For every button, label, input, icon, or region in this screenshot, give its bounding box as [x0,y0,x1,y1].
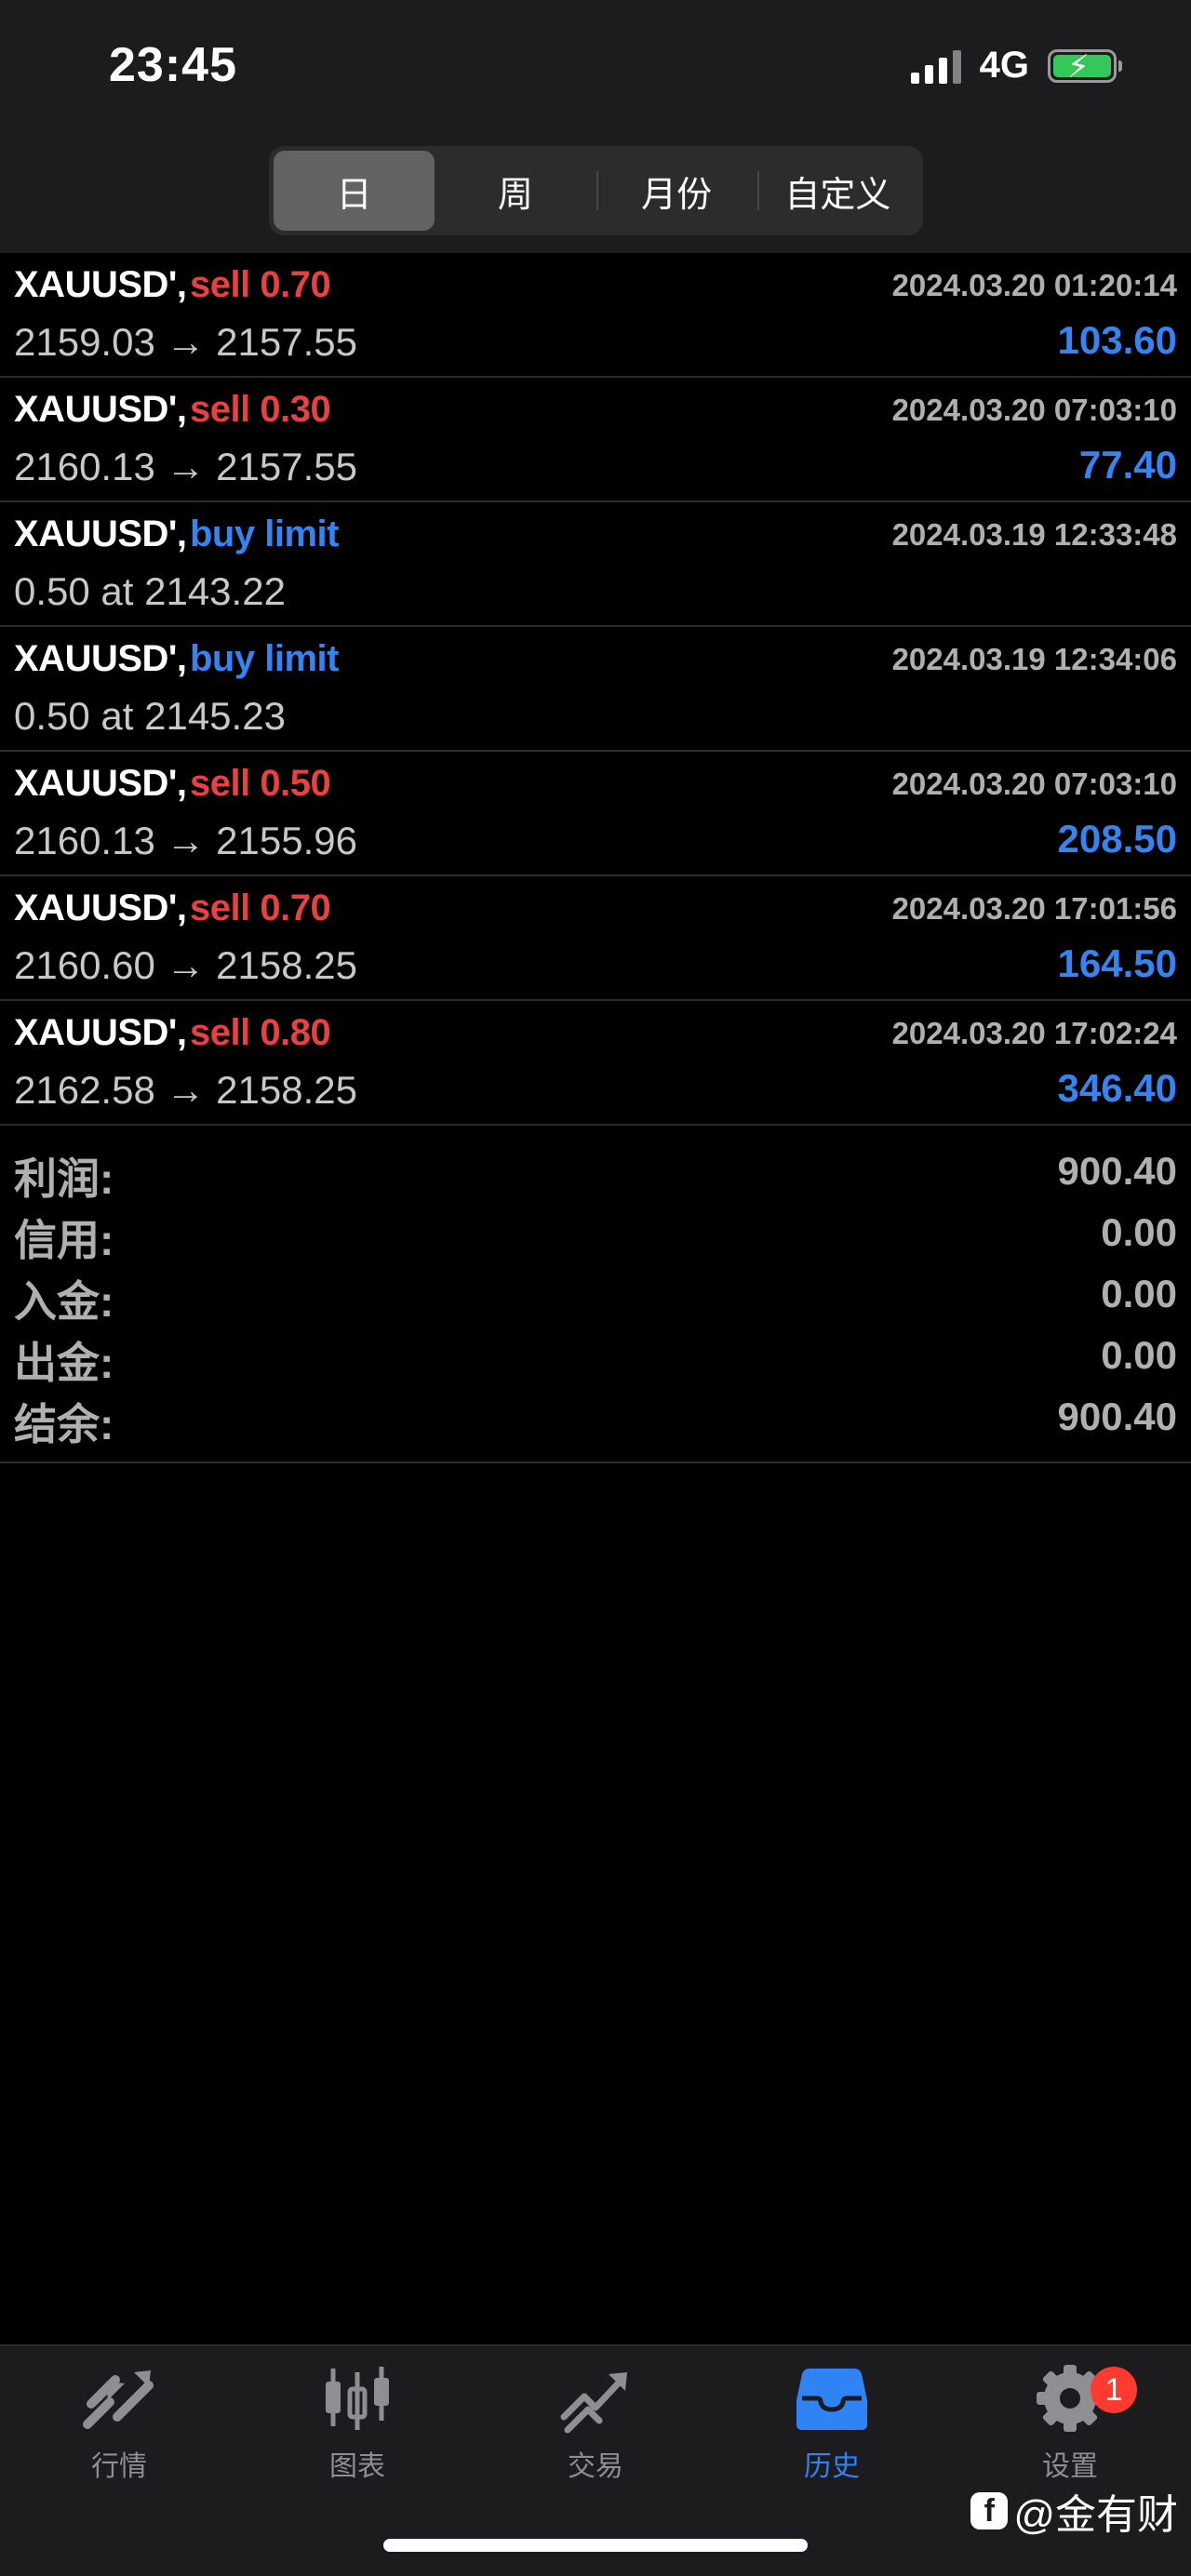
summary-value: 0.00 [1101,1210,1177,1254]
order-row[interactable]: XAUUSD', buy limit 2024.03.19 12:33:48 0… [0,502,1191,627]
tab-chart[interactable]: 图表 [274,2363,441,2503]
history-icon [796,2369,867,2430]
tab-label: 行情 [91,2451,147,2482]
tab-week[interactable]: 周 [435,151,596,231]
order-time: 2024.03.19 12:34:06 [891,642,1177,676]
order-row[interactable]: XAUUSD', sell 0.70 2024.03.20 17:01:56 2… [0,876,1191,1001]
order-prices: 2160.13 → 2155.96 [14,819,357,862]
order-symbol: XAUUSD', [14,1012,187,1053]
order-symbol: XAUUSD', [14,389,187,430]
order-symbol: XAUUSD', [14,264,187,305]
order-profit: 164.50 [1057,941,1177,985]
tab-history[interactable]: 历史 [748,2363,916,2503]
tab-month[interactable]: 月份 [596,151,757,231]
summary-label: 结余: [14,1400,114,1448]
quotes-icon [83,2370,154,2429]
summary-value: 900.40 [1057,1395,1177,1438]
order-symbol: XAUUSD', [14,763,187,804]
summary-label: 信用: [14,1216,114,1264]
order-row[interactable]: XAUUSD', sell 0.50 2024.03.20 07:03:10 2… [0,752,1191,876]
order-profit: 103.60 [1057,318,1177,362]
top-area: 23:45 4G ⚡ 日 周 月份 自定义 [0,0,1191,253]
order-time: 2024.03.20 07:03:10 [891,393,1177,427]
order-action: sell 0.30 [190,389,331,430]
order-row[interactable]: XAUUSD', sell 0.80 2024.03.20 17:02:24 2… [0,1001,1191,1126]
battery-icon: ⚡ [1048,48,1122,85]
tab-day[interactable]: 日 [274,151,435,231]
order-prices: 0.50 at 2143.22 [14,569,286,613]
period-segmented-control: 日 周 月份 自定义 [269,146,923,235]
trade-icon [560,2372,627,2434]
order-symbol: XAUUSD', [14,638,187,679]
tab-label: 历史 [804,2451,860,2482]
summary-profit-row: 利润: 900.40 [0,1145,1191,1207]
order-action: sell 0.70 [190,888,331,928]
chart-icon [326,2367,389,2430]
order-time: 2024.03.20 17:01:56 [891,891,1177,926]
summary-value: 0.00 [1101,1333,1177,1377]
signal-icon [910,48,961,84]
summary-value: 0.00 [1101,1272,1177,1315]
order-profit: 77.40 [1078,443,1177,487]
order-symbol: XAUUSD', [14,888,187,928]
order-action: sell 0.70 [190,264,331,305]
network-label: 4G [979,45,1029,86]
home-indicator[interactable] [383,2539,808,2552]
order-profit: 208.50 [1057,817,1177,861]
watermark: f @金有财 [970,2481,1178,2541]
order-prices: 2159.03 → 2157.55 [14,320,357,364]
order-action: buy limit [190,638,339,679]
notification-badge: 1 [1091,2367,1137,2413]
summary-credit-row: 信用: 0.00 [0,1207,1191,1268]
tab-quotes[interactable]: 行情 [35,2363,203,2503]
order-action: sell 0.80 [190,1012,331,1053]
order-action: buy limit [190,514,339,554]
order-action: sell 0.50 [190,763,331,804]
order-time: 2024.03.19 12:33:48 [891,517,1177,552]
order-time: 2024.03.20 07:03:10 [891,767,1177,801]
order-profit: 346.40 [1057,1066,1177,1110]
tab-custom[interactable]: 自定义 [756,151,918,231]
summary-label: 入金: [14,1277,114,1326]
summary-balance-row: 结余: 900.40 [0,1391,1191,1452]
summary-label: 出金: [14,1339,114,1387]
summary-withdrawal-row: 出金: 0.00 [0,1329,1191,1391]
order-list: XAUUSD', sell 0.70 2024.03.20 01:20:14 2… [0,253,1191,1126]
status-time: 23:45 [109,38,237,92]
summary-value: 900.40 [1057,1149,1177,1193]
tab-label: 交易 [568,2451,623,2482]
summary-deposit-row: 入金: 0.00 [0,1268,1191,1329]
order-symbol: XAUUSD', [14,514,187,554]
order-time: 2024.03.20 17:02:24 [891,1016,1177,1050]
watermark-logo-icon: f [970,2492,1009,2529]
tab-label: 设置 [1042,2451,1098,2482]
order-row[interactable]: XAUUSD', buy limit 2024.03.19 12:34:06 0… [0,627,1191,752]
order-prices: 2162.58 → 2158.25 [14,1068,357,1112]
watermark-text: @金有财 [1013,2492,1178,2538]
tab-label: 图表 [329,2451,385,2482]
order-prices: 2160.60 → 2158.25 [14,943,357,987]
tab-trade[interactable]: 交易 [512,2363,679,2503]
status-icons: 4G ⚡ [910,45,1122,87]
order-prices: 0.50 at 2145.23 [14,694,286,738]
account-summary: 利润: 900.40 信用: 0.00 入金: 0.00 出金: 0.00 结余… [0,1128,1191,1463]
summary-label: 利润: [14,1155,114,1203]
order-prices: 2160.13 → 2157.55 [14,445,357,488]
order-time: 2024.03.20 01:20:14 [891,268,1177,302]
order-row[interactable]: XAUUSD', sell 0.70 2024.03.20 01:20:14 2… [0,253,1191,378]
order-row[interactable]: XAUUSD', sell 0.30 2024.03.20 07:03:10 2… [0,378,1191,502]
